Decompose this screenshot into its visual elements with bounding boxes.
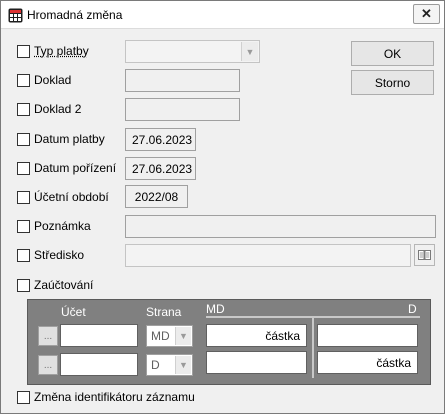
zmena-id-label: Změna identifikátoru záznamu	[34, 390, 195, 404]
doklad2-row: Doklad 2	[17, 98, 81, 120]
poznamka-checkbox[interactable]	[17, 219, 30, 233]
zmena-id-checkbox[interactable]	[17, 390, 30, 404]
posting-panel: Účet Strana MD D ... MD ▼ částka ... D ▼	[27, 299, 431, 385]
poznamka-row: Poznámka	[17, 215, 91, 237]
ucet-picker-button-1[interactable]: ...	[38, 326, 58, 346]
title-bar: Hromadná změna ✕	[1, 1, 444, 29]
stredisko-field[interactable]	[125, 244, 411, 267]
zauctovani-label: Zaúčtování	[34, 278, 94, 292]
doklad-checkbox[interactable]	[17, 73, 30, 87]
strana-combo-1[interactable]: MD ▼	[146, 325, 193, 347]
datum-platby-field[interactable]: 27.06.2023	[125, 128, 196, 151]
dialog-window: Hromadná změna ✕ Typ platby ▼ Doklad Dok…	[0, 0, 445, 414]
md-label: MD	[206, 302, 225, 316]
stredisko-row: Středisko	[17, 244, 84, 266]
md-amount-field-2[interactable]	[206, 351, 307, 374]
doklad-field[interactable]	[125, 69, 240, 92]
d-amount-value-2: částka	[376, 355, 411, 370]
typ-platby-checkbox[interactable]	[17, 44, 30, 58]
ucet-field-2[interactable]	[60, 353, 138, 376]
window-title: Hromadná změna	[27, 8, 123, 22]
strana-combo-2[interactable]: D ▼	[146, 354, 193, 376]
ok-button[interactable]: OK	[351, 41, 434, 66]
chevron-down-icon[interactable]: ▼	[175, 356, 191, 374]
chevron-down-icon[interactable]: ▼	[241, 42, 258, 61]
strana-label: Strana	[146, 305, 182, 319]
typ-platby-label: Typ platby	[34, 44, 89, 58]
poznamka-label: Poznámka	[34, 219, 91, 233]
md-amount-field-1[interactable]: částka	[206, 324, 307, 347]
ucetni-obdobi-value: 2022/08	[134, 189, 179, 204]
datum-platby-value: 27.06.2023	[132, 132, 193, 147]
column-separator	[312, 316, 314, 378]
d-amount-field-1[interactable]	[317, 324, 418, 347]
poznamka-field[interactable]	[125, 215, 436, 238]
storno-button[interactable]: Storno	[351, 70, 434, 95]
doklad2-field[interactable]	[125, 98, 240, 121]
datum-porizeni-value: 27.06.2023	[132, 161, 193, 176]
stredisko-label: Středisko	[34, 248, 85, 262]
zauctovani-row: Zaúčtování	[17, 274, 93, 296]
chevron-down-icon[interactable]: ▼	[175, 327, 191, 345]
datum-platby-checkbox[interactable]	[17, 132, 30, 146]
ucet-picker-button-2[interactable]: ...	[38, 355, 58, 375]
strana-value-1: MD	[151, 329, 170, 343]
stredisko-checkbox[interactable]	[17, 248, 30, 262]
datum-platby-row: Datum platby	[17, 128, 105, 150]
datum-porizeni-label: Datum pořízení	[34, 161, 117, 175]
ucetni-obdobi-label: Účetní období	[34, 190, 109, 204]
datum-porizeni-checkbox[interactable]	[17, 161, 30, 175]
ucet-label: Účet	[61, 305, 86, 319]
doklad-label: Doklad	[34, 73, 72, 87]
strana-value-2: D	[151, 358, 160, 372]
ucetni-obdobi-checkbox[interactable]	[17, 190, 30, 204]
doklad-row: Doklad	[17, 69, 71, 91]
zauctovani-checkbox[interactable]	[17, 278, 30, 292]
typ-platby-combo[interactable]: ▼	[125, 40, 260, 63]
datum-porizeni-field[interactable]: 27.06.2023	[125, 157, 196, 180]
d-amount-field-2[interactable]: částka	[317, 351, 418, 374]
datum-platby-label: Datum platby	[34, 132, 105, 146]
book-icon	[418, 250, 431, 260]
ucetni-obdobi-row: Účetní období	[17, 186, 109, 208]
ucetni-obdobi-field[interactable]: 2022/08	[125, 185, 188, 208]
close-button[interactable]: ✕	[413, 4, 440, 24]
stredisko-browse-button[interactable]	[414, 244, 435, 266]
doklad2-checkbox[interactable]	[17, 102, 30, 116]
typ-platby-row: Typ platby	[17, 40, 89, 62]
zmena-id-row: Změna identifikátoru záznamu	[17, 386, 195, 408]
doklad2-label: Doklad 2	[34, 102, 82, 116]
close-icon: ✕	[421, 6, 432, 21]
datum-porizeni-row: Datum pořízení	[17, 157, 116, 179]
ucet-field-1[interactable]	[60, 324, 138, 347]
d-label: D	[408, 302, 417, 316]
grid-app-icon	[8, 8, 23, 23]
md-amount-value-1: částka	[265, 328, 300, 343]
